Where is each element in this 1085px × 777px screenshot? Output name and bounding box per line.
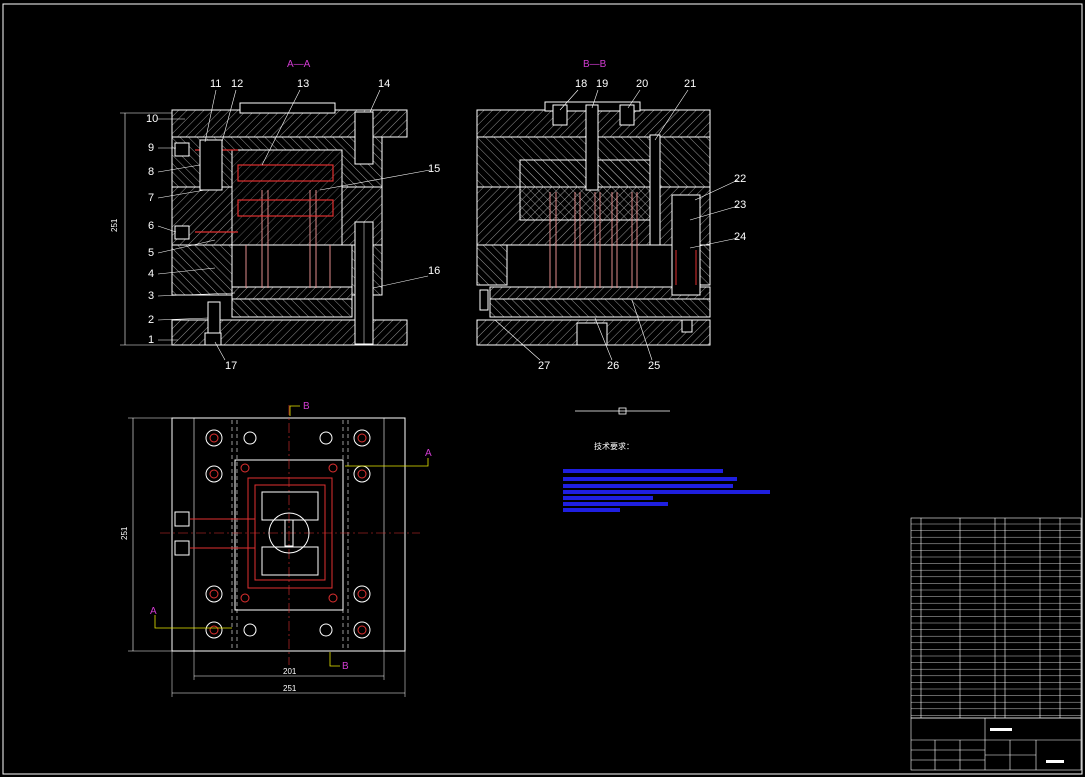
part-label: 25 <box>648 360 660 372</box>
part-label: 14 <box>378 78 390 90</box>
part-label: 7 <box>148 192 154 204</box>
part-label: 20 <box>636 78 648 90</box>
part-label: 4 <box>148 268 154 280</box>
mold-assembly-drawing: A—A 251 1 2 3 4 5 6 7 8 9 10 11 12 13 14… <box>2 3 1083 775</box>
plan-outer-width-dimension: 251 <box>283 684 297 693</box>
section-aa-view: A—A 251 <box>110 59 408 346</box>
part-label: 10 <box>146 113 158 125</box>
part-label: 27 <box>538 360 550 372</box>
title-block-fill <box>990 728 1064 763</box>
part-label: 5 <box>148 247 154 259</box>
plan-inner-width-dimension: 201 <box>283 667 297 676</box>
part-label: 9 <box>148 142 154 154</box>
plan-view: B B A A 251 201 251 <box>120 401 432 697</box>
plan-height-dimension: 251 <box>120 526 129 540</box>
section-aa-title: A—A <box>287 59 311 70</box>
part-label: 23 <box>734 199 746 211</box>
part-label: 19 <box>596 78 608 90</box>
cut-label-a-left: A <box>150 606 157 617</box>
part-label: 26 <box>607 360 619 372</box>
bill-of-materials <box>910 517 1082 719</box>
part-label: 17 <box>225 360 237 372</box>
part-label: 3 <box>148 290 154 302</box>
cut-label-b-top: B <box>303 401 310 412</box>
section-bb-view: B—B <box>476 59 711 346</box>
tech-requirements-text <box>563 469 770 512</box>
part-label: 1 <box>148 334 154 346</box>
part-label: 16 <box>428 265 440 277</box>
part-label: 13 <box>297 78 309 90</box>
height-dimension: 251 <box>110 218 119 232</box>
parting-symbol <box>575 407 670 415</box>
part-label: 2 <box>148 314 154 326</box>
cut-label-b-bottom: B <box>342 661 349 672</box>
part-label: 11 <box>210 78 221 90</box>
part-label: 8 <box>148 166 154 178</box>
part-label: 21 <box>684 78 696 90</box>
part-label: 12 <box>231 78 243 90</box>
part-label: 18 <box>575 78 587 90</box>
cut-label-a-right: A <box>425 448 432 459</box>
part-label: 24 <box>734 231 746 243</box>
part-label: 6 <box>148 220 154 232</box>
tech-requirements-title: 技术要求： <box>594 441 634 451</box>
part-label: 22 <box>734 173 746 185</box>
part-label: 15 <box>428 163 440 175</box>
bom-rows <box>911 523 1081 716</box>
section-bb-title: B—B <box>583 59 607 70</box>
